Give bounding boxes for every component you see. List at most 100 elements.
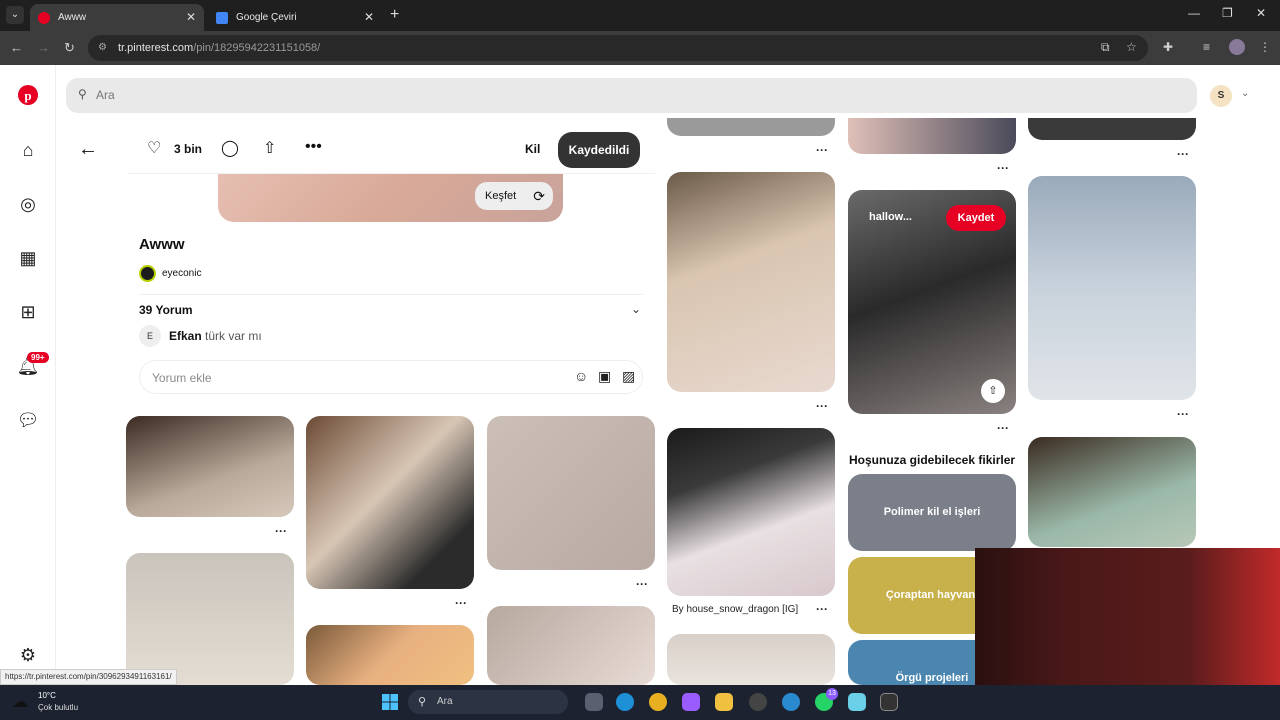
close-tab-icon[interactable]: ✕ xyxy=(364,10,374,24)
pin-tile-axolotl[interactable] xyxy=(126,416,294,517)
menu-icon[interactable]: ⋮ xyxy=(1259,40,1271,54)
edge-icon[interactable] xyxy=(616,693,634,711)
more-options-icon[interactable]: ··· xyxy=(1177,407,1189,421)
more-options-icon[interactable]: ··· xyxy=(816,602,828,616)
pin-tile-fox[interactable] xyxy=(1028,176,1196,400)
divider xyxy=(139,294,643,295)
new-tab-icon[interactable]: + xyxy=(390,6,399,24)
comments-count: 39 Yorum xyxy=(139,303,193,317)
pin-tile-top-c4[interactable] xyxy=(848,118,1016,154)
copilot-icon[interactable] xyxy=(682,693,700,711)
comment-icon[interactable]: ◯ xyxy=(221,138,239,158)
pin-tile-cats[interactable] xyxy=(306,416,474,589)
board-select[interactable]: Kil xyxy=(525,142,540,156)
more-options-icon[interactable]: ··· xyxy=(997,421,1009,435)
explore-button[interactable]: Keşfet ⟳ xyxy=(475,182,553,210)
image-upload-icon[interactable]: ▨ xyxy=(622,368,635,385)
reload-icon[interactable]: ↻ xyxy=(64,40,75,56)
heart-icon[interactable]: ♡ xyxy=(147,138,161,158)
chevron-down-icon[interactable]: ⌄ xyxy=(1241,88,1249,99)
windows-start-icon[interactable] xyxy=(382,694,398,710)
more-icon[interactable]: ••• xyxy=(305,138,322,156)
tab-search-icon[interactable]: ⌄ xyxy=(6,6,24,24)
pin-tile-mint-cat[interactable] xyxy=(1028,437,1196,547)
share-icon[interactable]: ⇧ xyxy=(981,379,1005,403)
windows-taskbar: ☁ 10°C Çok bulutlu ⚲ Ara 13 xyxy=(0,685,1280,720)
create-icon[interactable]: ⊞ xyxy=(16,300,40,324)
share-icon[interactable]: ⇧ xyxy=(263,138,276,158)
media-icon[interactable]: ≡ xyxy=(1203,40,1210,54)
saved-button[interactable]: Kaydedildi xyxy=(558,132,640,168)
pin-tile-ceramics[interactable] xyxy=(487,416,655,570)
search-icon: ⚲ xyxy=(418,696,427,708)
pin-tile-bottom-c3[interactable] xyxy=(667,634,835,685)
tab-awww[interactable]: Awww ✕ xyxy=(30,4,204,31)
creator-name[interactable]: eyeconic xyxy=(162,268,201,279)
app-icon[interactable] xyxy=(782,693,800,711)
pin-tile-top-c3[interactable] xyxy=(667,118,835,136)
pin-tile-flower-bear[interactable] xyxy=(667,172,835,392)
pinterest-logo-icon[interactable]: p xyxy=(16,85,40,109)
search-icon: ⚲ xyxy=(78,87,87,101)
notepad-icon[interactable] xyxy=(848,693,866,711)
comments-toggle-chevron-icon[interactable]: ⌄ xyxy=(631,302,641,316)
site-info-icon[interactable]: ⚙ xyxy=(98,35,107,61)
install-app-icon[interactable]: ⧉ xyxy=(1101,40,1110,55)
pin-caption[interactable]: By house_snow_dragon [IG] xyxy=(672,604,798,615)
back-arrow-icon[interactable]: ← xyxy=(78,138,98,161)
extensions-icon[interactable]: ✚ xyxy=(1163,40,1173,54)
tab-google-translate[interactable]: Google Çeviri ✕ xyxy=(208,4,382,31)
add-comment-input[interactable]: Yorum ekle ☺ ▣ ▨ xyxy=(139,360,643,394)
pin-tile-dragon[interactable] xyxy=(667,428,835,596)
sticker-icon[interactable]: ▣ xyxy=(598,368,611,385)
task-view-icon[interactable] xyxy=(585,693,603,711)
whatsapp-badge: 13 xyxy=(826,688,838,700)
taskbar-search[interactable]: ⚲ Ara xyxy=(408,690,568,714)
pin-tile-bunny[interactable] xyxy=(126,553,294,685)
close-tab-icon[interactable]: ✕ xyxy=(186,10,196,24)
creator-avatar[interactable] xyxy=(139,265,156,282)
search-input[interactable]: ⚲ Ara xyxy=(66,78,1197,113)
file-explorer-icon[interactable] xyxy=(715,693,733,711)
like-count: 3 bin xyxy=(174,142,203,156)
more-options-icon[interactable]: ··· xyxy=(816,399,828,413)
url-field[interactable]: ⚙ tr.pinterest.com/pin/182959422311510​5… xyxy=(88,35,1148,61)
more-options-icon[interactable]: ··· xyxy=(636,577,648,591)
weather-cloud-icon[interactable]: ☁ xyxy=(12,692,28,712)
restore-icon[interactable]: ❐ xyxy=(1222,6,1233,20)
more-options-icon[interactable]: ··· xyxy=(275,524,287,538)
comment-avatar[interactable]: E xyxy=(139,325,161,347)
board-picker[interactable]: hallow... xyxy=(869,211,912,223)
left-rail: p ⌂ ◎ ▦ ⊞ 🔔︎ 99+ 💬︎ ⚙ xyxy=(0,65,56,685)
more-options-icon[interactable]: ··· xyxy=(997,161,1009,175)
emoji-icon[interactable]: ☺ xyxy=(574,368,588,384)
account-avatar[interactable]: S xyxy=(1210,85,1232,107)
explore-icon[interactable]: ◎ xyxy=(16,192,40,216)
chrome-icon[interactable] xyxy=(649,693,667,711)
more-options-icon[interactable]: ··· xyxy=(816,143,828,157)
browser-profile-avatar[interactable] xyxy=(1229,39,1245,55)
back-icon[interactable]: ← xyxy=(10,40,23,55)
notification-badge: 99+ xyxy=(27,352,49,363)
pin-tile-hand-eye[interactable] xyxy=(487,606,655,685)
messages-icon[interactable]: 💬︎ xyxy=(16,408,40,432)
pin-tile-plant[interactable] xyxy=(306,625,474,685)
translate-favicon-icon xyxy=(216,11,228,24)
close-window-icon[interactable]: ✕ xyxy=(1256,6,1266,20)
more-options-icon[interactable]: ··· xyxy=(455,596,467,610)
more-options-icon[interactable]: ··· xyxy=(1177,147,1189,161)
minimize-icon[interactable]: — xyxy=(1188,6,1200,20)
obs-icon[interactable] xyxy=(749,693,767,711)
forward-icon[interactable]: → xyxy=(37,40,50,55)
comment-author[interactable]: Efkan xyxy=(169,329,202,343)
boards-icon[interactable]: ▦ xyxy=(16,246,40,270)
home-icon[interactable]: ⌂ xyxy=(16,138,40,162)
ideas-title: Hoşunuza gidebilecek fikirler xyxy=(849,453,1016,467)
pin-tile-top-c5[interactable] xyxy=(1028,118,1196,140)
save-button[interactable]: Kaydet xyxy=(946,205,1006,231)
settings-icon[interactable]: ⚙ xyxy=(16,643,40,667)
idea-card[interactable]: Polimer kil el işleri xyxy=(848,474,1016,551)
bookmark-star-icon[interactable]: ☆ xyxy=(1126,40,1137,54)
terminal-icon[interactable] xyxy=(880,693,898,711)
taskbar-search-placeholder: Ara xyxy=(437,696,453,707)
